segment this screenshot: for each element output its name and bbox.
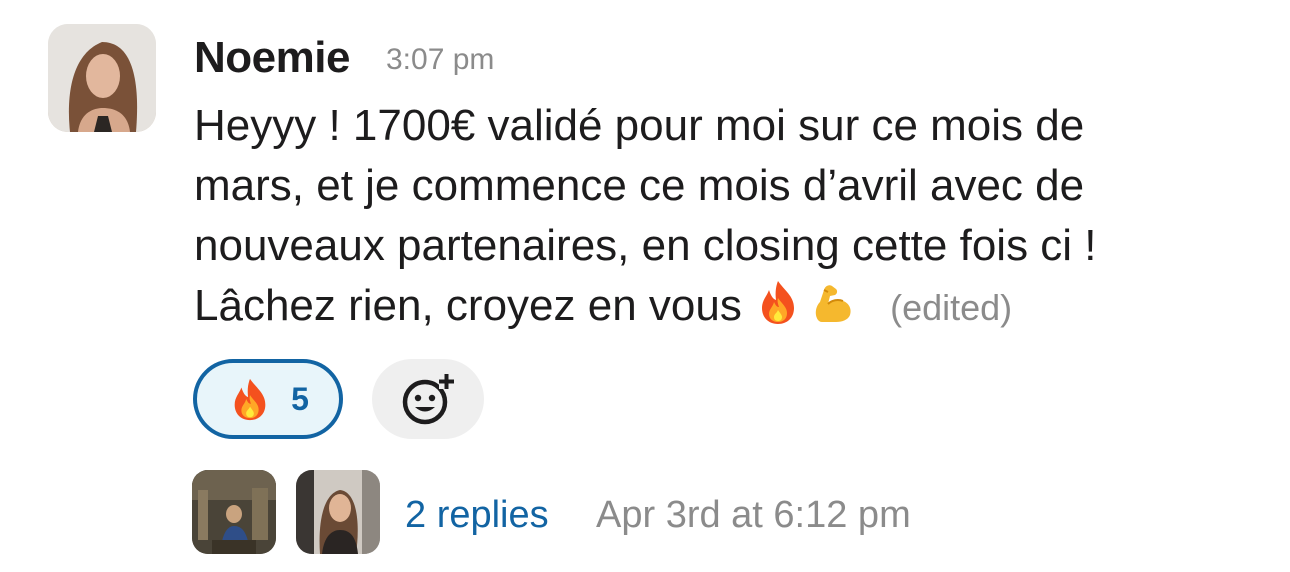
add-reaction-icon [402, 374, 454, 425]
flexed-biceps-icon [815, 285, 851, 322]
thread-replies-link[interactable]: 2 replies [405, 490, 549, 540]
reply-avatar[interactable] [296, 470, 380, 554]
avatar-photo [192, 470, 276, 554]
author-name[interactable]: Noemie [194, 30, 350, 86]
reply-avatar[interactable] [192, 470, 276, 554]
reaction-count: 5 [291, 380, 309, 417]
add-reaction-button[interactable] [372, 359, 484, 439]
fire-icon [234, 378, 266, 421]
thread-last-reply-time: Apr 3rd at 6:12 pm [596, 494, 911, 536]
message-line: mars, et je commence ce mois d’avril ave… [194, 161, 1085, 210]
avatar-photo [48, 24, 156, 132]
message-line: Heyyy ! 1700€ validé pour moi sur ce moi… [194, 101, 1085, 150]
message-timestamp[interactable]: 3:07 pm [386, 38, 494, 82]
message-line-text: Lâchez rien, croyez en vous [194, 281, 755, 330]
message-body: Heyyy ! 1700€ validé pour moi sur ce moi… [194, 96, 1264, 338]
message-line-last: Lâchez rien, croyez en vous (edited) [194, 276, 1264, 338]
author-avatar[interactable] [48, 24, 156, 132]
reaction-fire[interactable]: 5 [193, 359, 343, 439]
avatar-photo [296, 470, 380, 554]
message-line: nouveaux partenaires, en closing cette f… [194, 221, 1097, 270]
fire-icon [762, 281, 795, 324]
edited-label: (edited) [890, 287, 1013, 328]
